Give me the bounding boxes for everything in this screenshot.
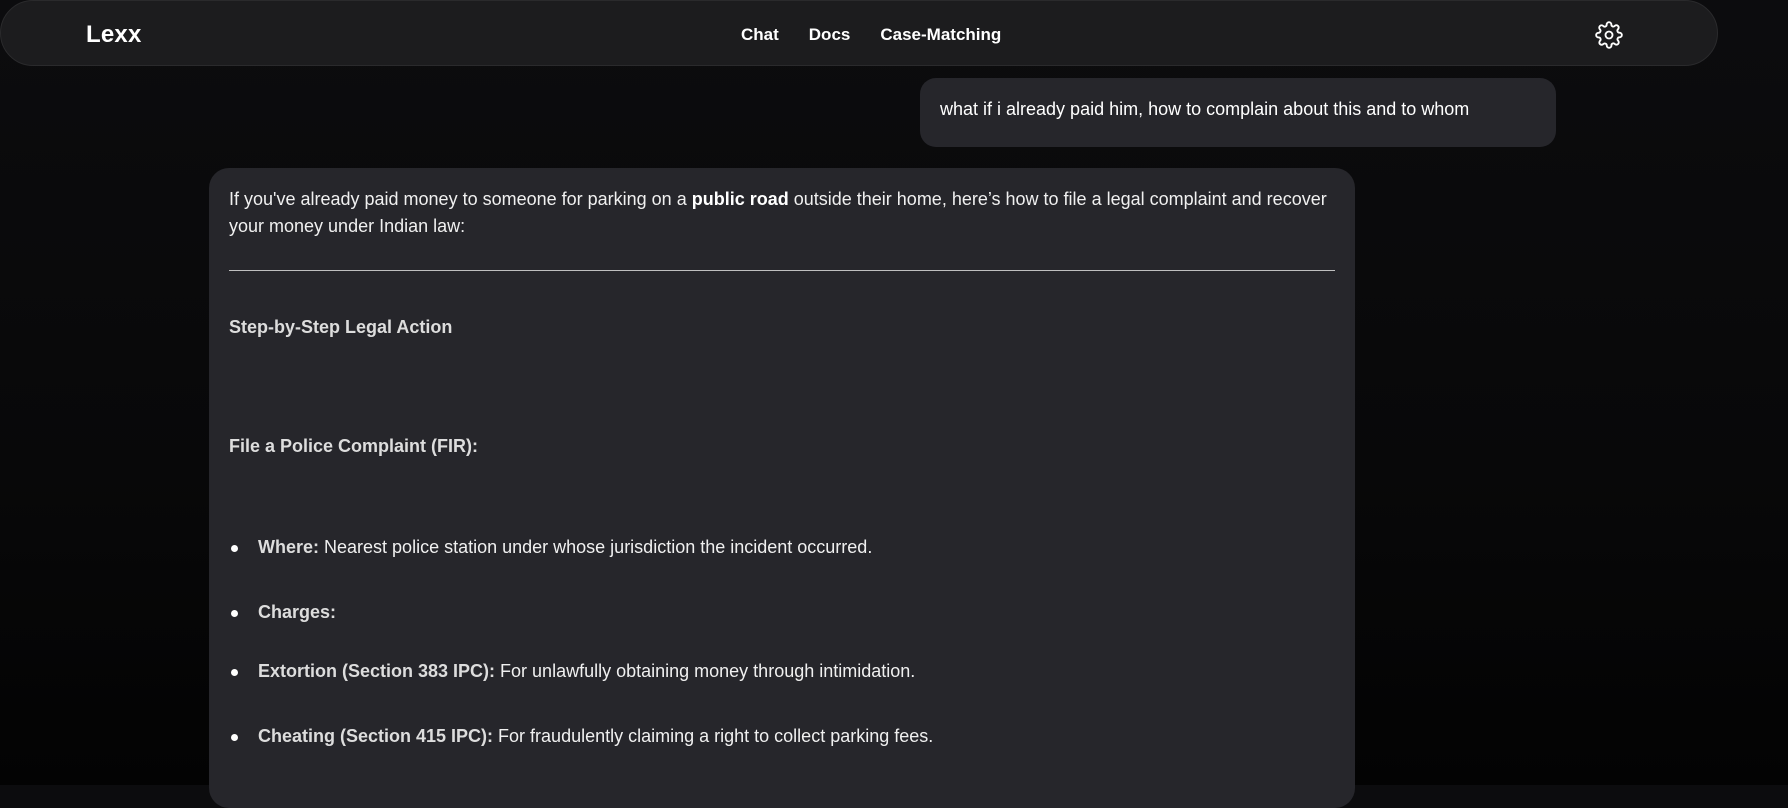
list-item: Where: Nearest police station under whos… [229, 534, 872, 561]
list-item: Extortion (Section 383 IPC): For unlawfu… [229, 658, 915, 685]
heading-file-fir: File a Police Complaint (FIR): [229, 436, 479, 456]
user-message-text: what if i already paid him, how to compl… [940, 99, 1470, 119]
list-item: Charges: [229, 599, 336, 626]
gear-icon [1595, 21, 1623, 49]
bullet-text: For unlawfully obtaining money through i… [495, 661, 916, 681]
assistant-intro-paragraph: If you've already paid money to someone … [229, 186, 1335, 240]
top-navbar: Lexx Chat Docs Case-Matching [0, 0, 1718, 66]
intro-text-bold: public road [691, 189, 789, 209]
nav-link-case-matching[interactable]: Case-Matching [880, 25, 1001, 45]
assistant-message-bubble: If you've already paid money to someone … [209, 168, 1355, 808]
heading-step-by-step: Step-by-Step Legal Action [229, 317, 453, 337]
bullet-label: Where: [258, 537, 320, 557]
bullet-text: Nearest police station under whose juris… [319, 537, 873, 557]
settings-button[interactable] [1595, 21, 1623, 49]
nav-links: Chat Docs Case-Matching [741, 25, 1001, 45]
list-item: Cheating (Section 415 IPC): For fraudule… [229, 723, 933, 750]
bullet-text: For fraudulently claiming a right to col… [493, 726, 934, 746]
divider [229, 270, 1335, 271]
user-message-bubble: what if i already paid him, how to compl… [920, 78, 1556, 147]
bullet-label: Extortion (Section 383 IPC): [258, 661, 496, 681]
brand-logo[interactable]: Lexx [86, 21, 142, 49]
intro-text-pre: If you've already paid money to someone … [229, 189, 692, 209]
bullet-label: Charges: [258, 602, 337, 622]
nav-link-docs[interactable]: Docs [809, 25, 851, 45]
bullet-label: Cheating (Section 415 IPC): [258, 726, 494, 746]
nav-link-chat[interactable]: Chat [741, 25, 779, 45]
